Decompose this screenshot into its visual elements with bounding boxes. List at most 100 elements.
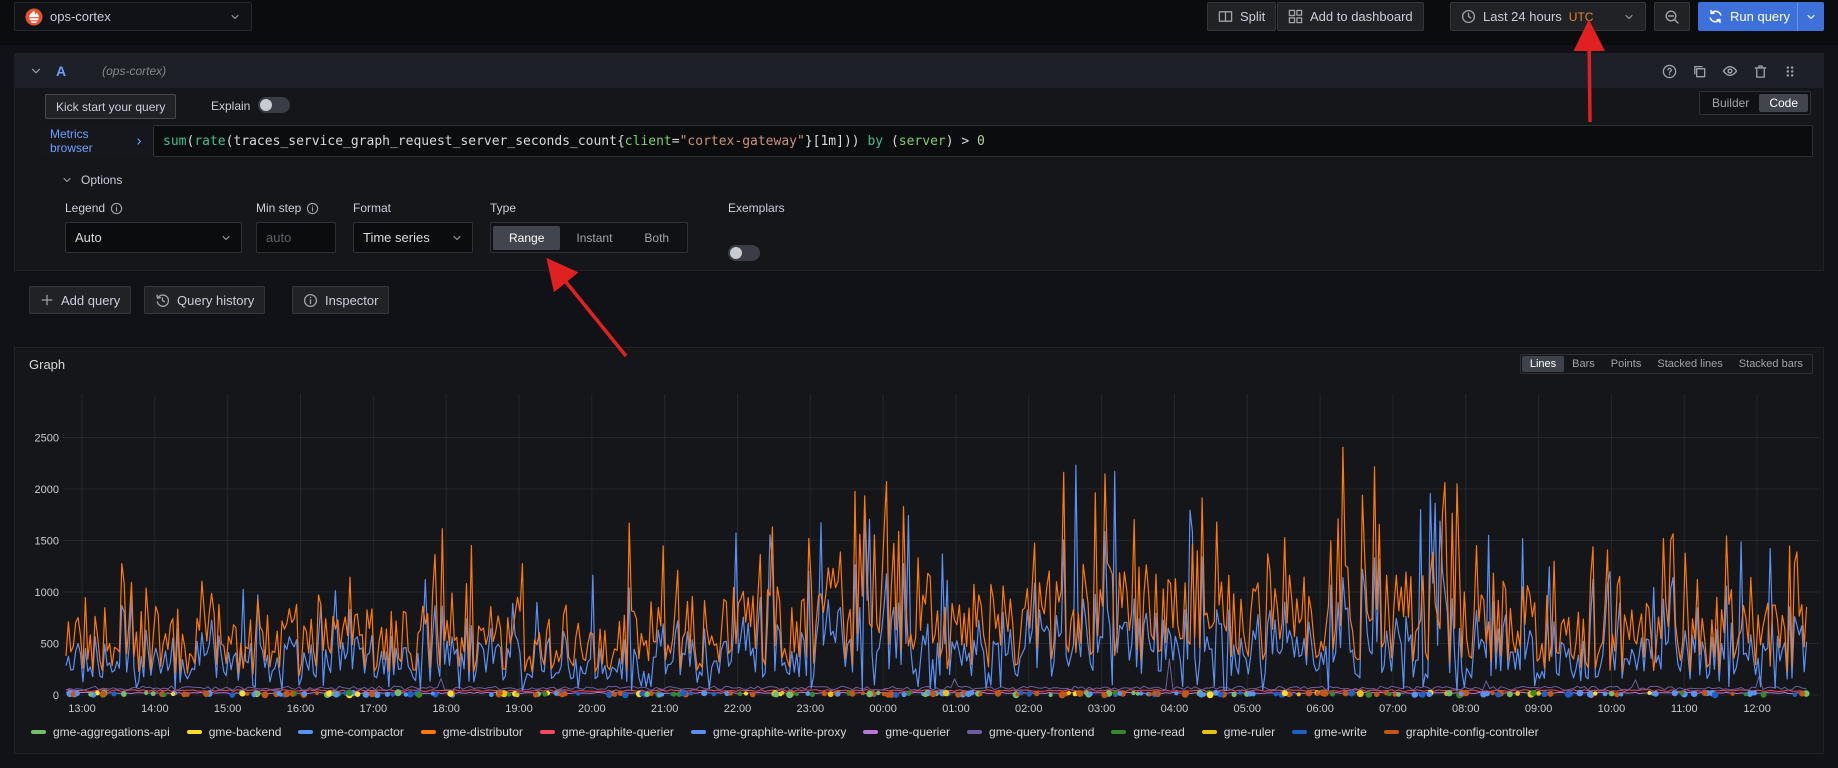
legend-item[interactable]: gme-write — [1292, 725, 1367, 739]
query-token: ( — [226, 134, 234, 149]
svg-text:15:00: 15:00 — [214, 703, 242, 715]
exemplars-toggle[interactable] — [728, 245, 760, 261]
chevron-right-icon — [134, 136, 144, 147]
legend-series-marker — [1111, 730, 1126, 734]
explore-toolbar: ops-cortex Split Add to dashboard Last 2… — [0, 0, 1838, 45]
legend-series-marker — [187, 730, 202, 734]
query-datasource-hint: (ops-cortex) — [102, 64, 166, 78]
type-instant-button[interactable]: Instant — [560, 226, 628, 250]
query-token: ( — [186, 134, 194, 149]
split-button[interactable]: Split — [1207, 2, 1276, 31]
format-select-value: Time series — [363, 230, 451, 245]
legend-item[interactable]: gme-graphite-querier — [540, 725, 674, 739]
query-token: } — [805, 134, 813, 149]
legend-series-marker — [691, 730, 706, 734]
legend-item[interactable]: gme-read — [1111, 725, 1184, 739]
svg-text:04:00: 04:00 — [1161, 703, 1189, 715]
button-divider — [1797, 3, 1798, 31]
legend-series-marker — [421, 730, 436, 734]
legend-option-label: Legend — [65, 201, 123, 215]
legend-series-name: gme-query-frontend — [989, 725, 1094, 739]
legend-item[interactable]: gme-distributor — [421, 725, 523, 739]
svg-text:13:00: 13:00 — [68, 703, 96, 715]
drag-handle-icon[interactable] — [1783, 64, 1797, 79]
run-query-button[interactable]: Run query — [1698, 2, 1824, 31]
options-section-toggle[interactable]: Options — [61, 173, 122, 187]
explain-label: Explain — [211, 99, 250, 113]
min-step-input[interactable] — [256, 222, 336, 253]
svg-text:01:00: 01:00 — [942, 703, 970, 715]
svg-text:12:00: 12:00 — [1743, 703, 1771, 715]
type-both-button[interactable]: Both — [628, 226, 685, 250]
query-code-input[interactable]: sum(rate(traces_service_graph_request_se… — [153, 125, 1813, 157]
metrics-browser-label: Metrics browser — [50, 127, 130, 155]
code-mode-button[interactable]: Code — [1759, 94, 1808, 112]
query-token: > — [954, 134, 977, 149]
chevron-down-icon — [451, 232, 463, 244]
add-query-button[interactable]: Add query — [29, 286, 131, 314]
query-token: ( — [891, 134, 899, 149]
clock-icon — [1461, 9, 1476, 24]
query-token: rate — [194, 134, 225, 149]
legend-item[interactable]: gme-graphite-write-proxy — [691, 725, 846, 739]
legend-item[interactable]: gme-query-frontend — [967, 725, 1094, 739]
format-option-label: Format — [353, 201, 391, 215]
query-token: ] — [836, 134, 844, 149]
collapse-chevron-icon[interactable] — [29, 64, 43, 78]
prometheus-icon — [25, 8, 43, 26]
inspector-button[interactable]: Inspector — [292, 286, 389, 314]
query-token: by — [867, 134, 883, 149]
query-token: ) — [946, 134, 954, 149]
style-bars-button[interactable]: Bars — [1564, 356, 1603, 372]
svg-text:2500: 2500 — [35, 433, 59, 445]
style-points-button[interactable]: Points — [1603, 356, 1650, 372]
query-history-button[interactable]: Query history — [144, 286, 265, 314]
time-picker-button[interactable]: Last 24 hours UTC — [1450, 2, 1646, 31]
svg-text:05:00: 05:00 — [1234, 703, 1262, 715]
svg-text:500: 500 — [41, 639, 59, 651]
timeseries-chart[interactable]: 0500100015002000250013:0014:0015:0016:00… — [15, 376, 1823, 724]
add-to-dashboard-button[interactable]: Add to dashboard — [1277, 2, 1424, 31]
svg-text:16:00: 16:00 — [287, 703, 315, 715]
legend-series-name: gme-compactor — [320, 725, 403, 739]
legend-item[interactable]: gme-querier — [863, 725, 950, 739]
timezone-label: UTC — [1569, 10, 1594, 24]
svg-text:2000: 2000 — [35, 484, 59, 496]
query-header-actions — [1662, 54, 1797, 88]
metrics-browser-button[interactable]: Metrics browser — [41, 125, 153, 157]
type-range-button[interactable]: Range — [493, 226, 560, 250]
svg-text:03:00: 03:00 — [1088, 703, 1116, 715]
legend-item[interactable]: gme-backend — [187, 725, 282, 739]
svg-text:21:00: 21:00 — [651, 703, 679, 715]
legend-item[interactable]: gme-compactor — [298, 725, 403, 739]
svg-text:11:00: 11:00 — [1671, 703, 1698, 715]
style-stacked-lines-button[interactable]: Stacked lines — [1649, 356, 1730, 372]
datasource-name: ops-cortex — [50, 9, 222, 24]
legend-item[interactable]: gme-ruler — [1202, 725, 1275, 739]
legend-item[interactable]: graphite-config-controller — [1384, 725, 1539, 739]
builder-mode-button[interactable]: Builder — [1702, 94, 1759, 112]
svg-text:18:00: 18:00 — [432, 703, 460, 715]
legend-select[interactable]: Auto — [65, 222, 242, 253]
chevron-down-icon — [229, 11, 241, 23]
query-token: 1m — [820, 134, 836, 149]
add-query-label: Add query — [61, 293, 120, 308]
kick-start-query-button[interactable]: Kick start your query — [45, 94, 176, 119]
chevron-down-icon — [1623, 11, 1635, 23]
query-row-header[interactable]: A (ops-cortex) — [15, 54, 1823, 88]
zoom-out-button[interactable] — [1654, 2, 1690, 31]
explain-toggle[interactable] — [258, 97, 290, 113]
datasource-picker[interactable]: ops-cortex — [14, 2, 252, 31]
eye-icon[interactable] — [1722, 63, 1738, 79]
style-lines-button[interactable]: Lines — [1522, 356, 1564, 372]
query-token: )) — [844, 134, 860, 149]
legend-item[interactable]: gme-aggregations-api — [31, 725, 170, 739]
copy-icon[interactable] — [1692, 64, 1707, 79]
help-icon[interactable] — [1662, 64, 1677, 79]
legend-series-marker — [31, 730, 46, 734]
trash-icon[interactable] — [1753, 64, 1768, 79]
format-select[interactable]: Time series — [353, 222, 473, 253]
style-stacked-bars-button[interactable]: Stacked bars — [1731, 356, 1811, 372]
info-circle-icon — [303, 293, 318, 308]
chevron-down-icon[interactable] — [1805, 11, 1817, 23]
